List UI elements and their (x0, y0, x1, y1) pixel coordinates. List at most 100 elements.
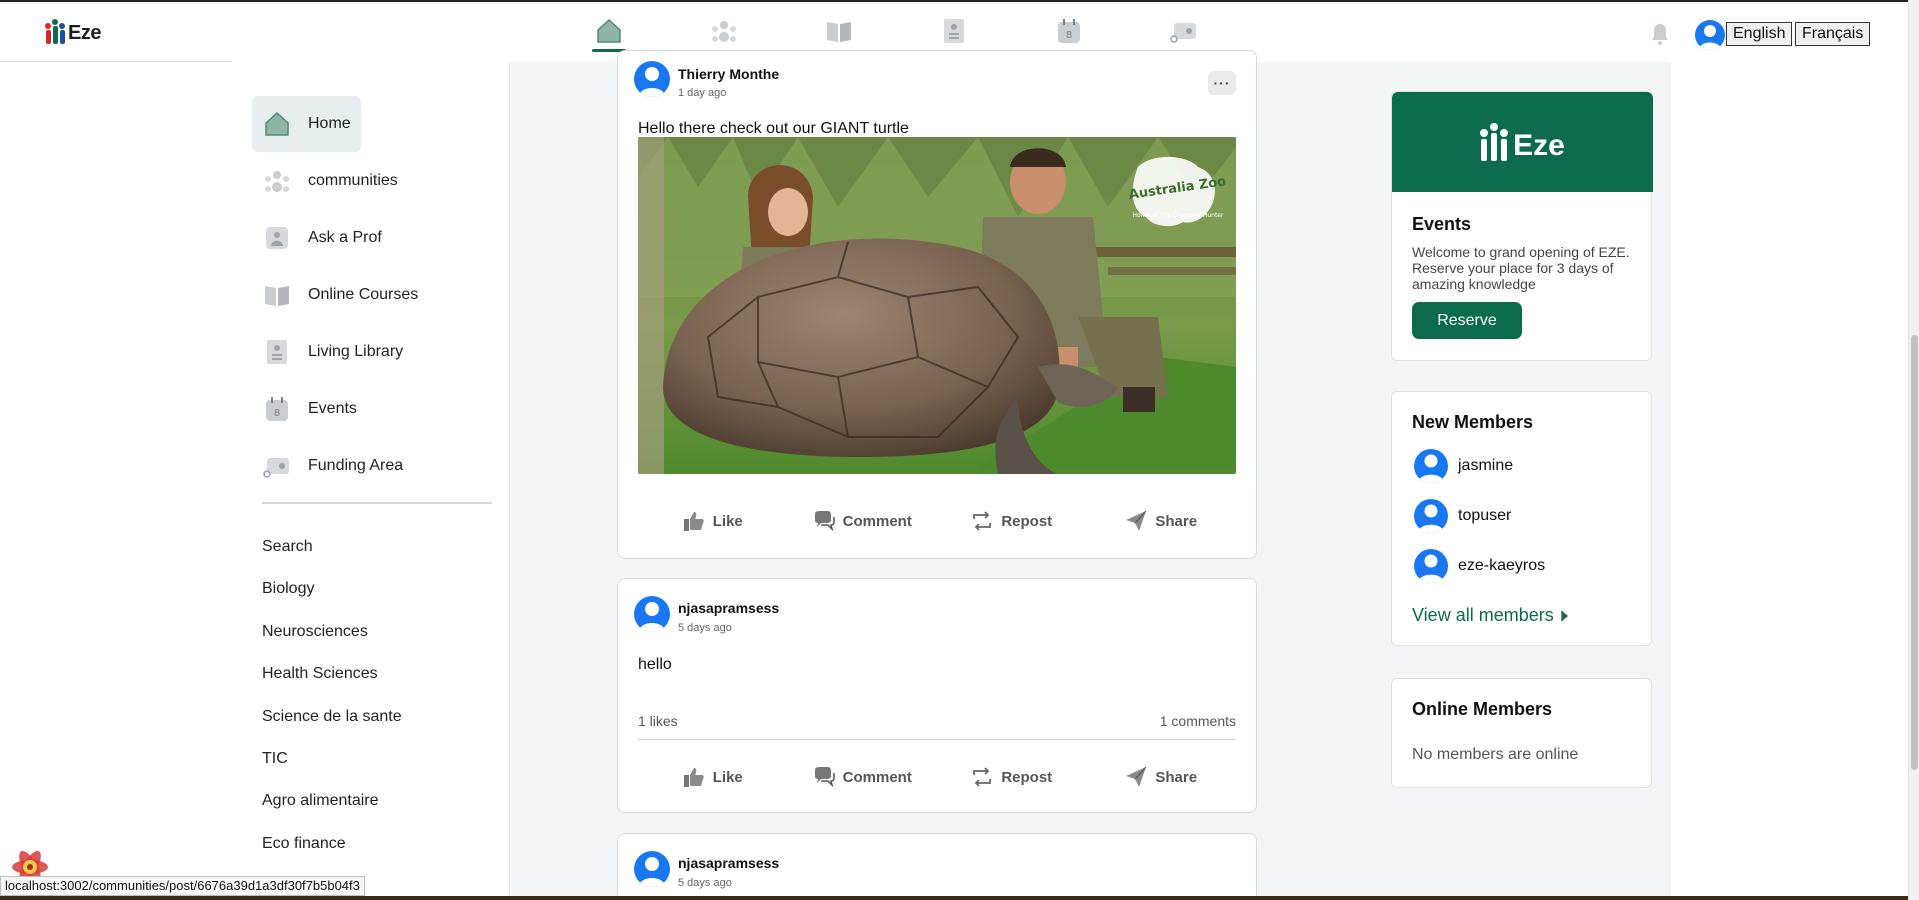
home-icon (597, 18, 621, 43)
online-courses-icon (262, 280, 292, 310)
page-scrollbar[interactable] (1908, 0, 1919, 900)
user-avatar-icon (639, 857, 665, 887)
sidebar-item-living-library[interactable]: Living Library (252, 324, 413, 380)
member-item[interactable]: eze-kaeyros (1414, 549, 1545, 583)
member-name: jasmine (1458, 457, 1514, 474)
comment-icon (813, 510, 835, 532)
like-label: Like (712, 768, 743, 786)
comment-button[interactable]: Comment (788, 501, 938, 541)
chevron-right-icon (1560, 610, 1568, 621)
category-link-agro-alimentaire[interactable]: Agro alimentaire (262, 792, 379, 810)
category-link-eco-finance[interactable]: Eco finance (262, 835, 346, 853)
post-text: Hello there check out our GIANT turtle (638, 120, 909, 137)
share-label: Share (1155, 512, 1198, 530)
like-button[interactable]: Like (638, 757, 788, 797)
author-avatar[interactable] (634, 596, 670, 632)
no-online-members-text: No members are online (1412, 746, 1579, 763)
user-avatar-icon (1418, 454, 1444, 483)
online-members-card: Online Members No members are online (1391, 678, 1652, 788)
new-members-title: New Members (1412, 412, 1534, 432)
member-item[interactable]: jasmine (1414, 449, 1513, 483)
share-button[interactable]: Share (1087, 757, 1237, 797)
share-button[interactable]: Share (1087, 501, 1237, 541)
author-avatar[interactable] (634, 61, 670, 97)
member-item[interactable]: topuser (1414, 499, 1511, 533)
member-avatar (1414, 499, 1448, 533)
category-link-biology[interactable]: Biology (262, 580, 314, 598)
post-author[interactable]: njasapramsess (678, 855, 779, 871)
header-divider (0, 61, 232, 62)
nav-events[interactable]: 8 (1054, 16, 1084, 46)
comment-icon (813, 766, 835, 788)
post-author[interactable]: njasapramsess (678, 600, 779, 616)
repost-icon (971, 510, 993, 532)
language-english-button[interactable]: English (1726, 22, 1793, 46)
ask-a-prof-icon (262, 223, 292, 253)
sidebar-item-home[interactable]: Home (252, 96, 361, 152)
user-avatar-icon (639, 67, 665, 97)
nav-funding-area[interactable] (1169, 16, 1199, 46)
category-link-search[interactable]: Search (262, 538, 313, 556)
sidebar-item-label: Ask a Prof (308, 229, 382, 246)
category-link-tic[interactable]: TIC (262, 750, 288, 768)
comment-label: Comment (842, 768, 912, 786)
post-text: hello (638, 656, 672, 673)
sidebar-item-funding-area[interactable]: Funding Area (252, 438, 413, 494)
living-library-icon (262, 337, 292, 367)
view-all-members-link[interactable]: View all members (1412, 605, 1571, 626)
category-link-health-sciences[interactable]: Health Sciences (262, 665, 378, 683)
sidebar-item-label: Online Courses (308, 286, 419, 303)
more-dots-icon: ··· (1213, 75, 1231, 91)
user-avatar-icon (1418, 554, 1444, 583)
sidebar-item-events[interactable]: 8 Events (252, 381, 367, 437)
nav-communities[interactable] (709, 16, 739, 46)
like-label: Like (712, 512, 743, 530)
sidebar-item-label: Living Library (308, 343, 404, 360)
post-card: njasapramsess 5 days ago (617, 833, 1257, 900)
logo-figure-red (45, 23, 51, 44)
language-french-button[interactable]: Français (1795, 22, 1871, 46)
member-avatar (1414, 449, 1448, 483)
comment-button[interactable]: Comment (788, 757, 938, 797)
sidebar-item-online-courses[interactable]: Online Courses (252, 267, 428, 323)
post-author[interactable]: Thierry Monthe (678, 66, 779, 82)
post-image[interactable]: Australia Zoo Home of The Crocodile Hunt… (638, 137, 1236, 474)
repost-button[interactable]: Repost (937, 501, 1087, 541)
post-card: Thierry Monthe 1 day ago ··· Hello there… (617, 50, 1257, 559)
reserve-button[interactable]: Reserve (1412, 302, 1522, 339)
living-library-icon (944, 19, 964, 43)
communities-icon (712, 21, 736, 42)
notification-bell-icon[interactable] (1648, 22, 1672, 46)
nav-online-courses[interactable] (824, 16, 854, 46)
author-avatar[interactable] (634, 851, 670, 887)
post-more-options-button[interactable]: ··· (1208, 71, 1236, 95)
turtle-photo: Australia Zoo Home of The Crocodile Hunt… (638, 137, 1236, 474)
eze-logo[interactable]: Eze (45, 19, 101, 44)
nav-living-library[interactable] (939, 16, 969, 46)
post-time: 5 days ago (678, 877, 732, 889)
category-link-science-de-la-sante[interactable]: Science de la sante (262, 708, 402, 726)
taskbar-strip (0, 896, 1908, 900)
sidebar-item-communities[interactable]: communities (252, 153, 408, 209)
like-button[interactable]: Like (638, 501, 788, 541)
sidebar-item-ask-a-prof[interactable]: Ask a Prof (252, 210, 392, 266)
user-avatar-icon (1699, 25, 1721, 50)
events-title: Events (1412, 214, 1472, 234)
user-avatar[interactable] (1695, 20, 1725, 50)
post-actions: Like Comment Repost Share (638, 501, 1236, 541)
likes-count[interactable]: 1 likes (638, 713, 678, 729)
scrollbar-thumb[interactable] (1911, 335, 1918, 770)
share-label: Share (1155, 768, 1198, 786)
events-banner: Eze (1392, 92, 1653, 192)
nav-home[interactable] (592, 16, 626, 52)
post-time: 5 days ago (678, 622, 732, 634)
category-link-neurosciences[interactable]: Neurosciences (262, 623, 368, 641)
sidebar-divider (262, 502, 492, 504)
logo-figure-blue (59, 23, 65, 44)
repost-button[interactable]: Repost (937, 757, 1087, 797)
main-nav: 8 (592, 16, 1284, 52)
browser-status-url: localhost:3002/communities/post/6676a39d… (0, 876, 365, 896)
comments-count[interactable]: 1 comments (1160, 713, 1236, 729)
sidebar-item-label: Home (308, 115, 351, 132)
svg-text:Home of The Crocodile Hunter: Home of The Crocodile Hunter (1133, 212, 1224, 219)
